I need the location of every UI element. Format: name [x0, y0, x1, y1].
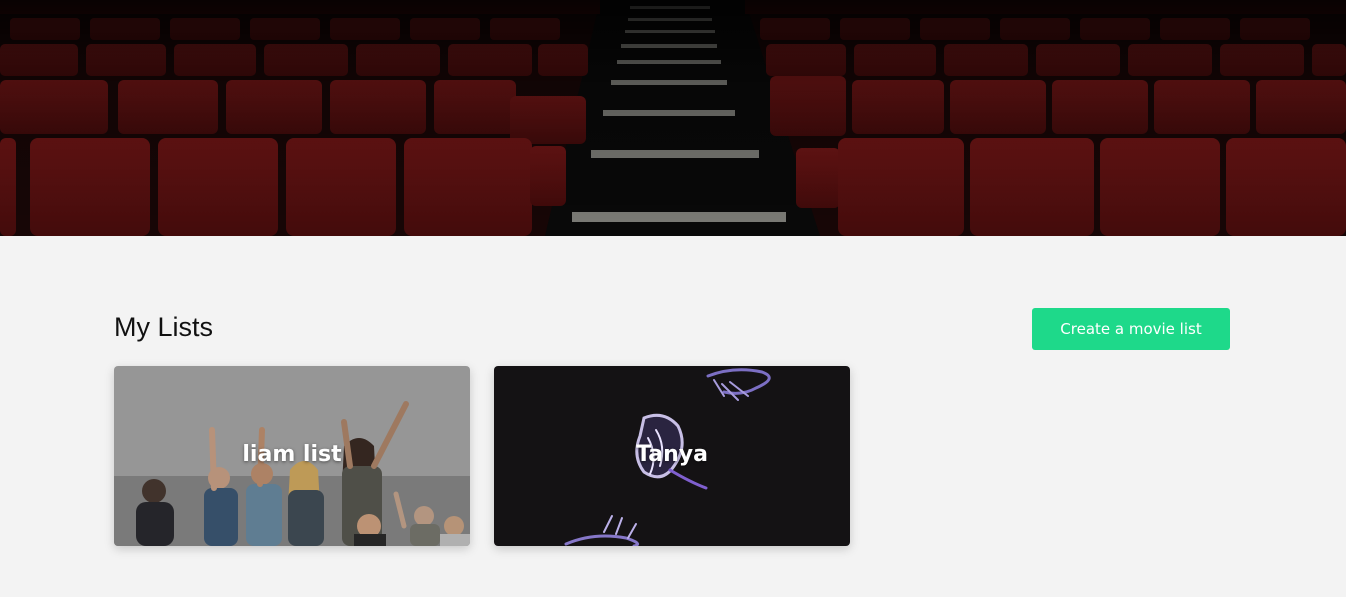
list-card-title: liam list: [242, 442, 342, 467]
section-title: My Lists: [114, 312, 214, 342]
list-card[interactable]: liam list: [114, 366, 470, 546]
create-movie-list-button[interactable]: Create a movie list: [1032, 308, 1230, 350]
hero-banner: [0, 0, 1346, 236]
list-card[interactable]: Tanya: [494, 366, 850, 546]
theater-seats-image: [0, 0, 1346, 236]
list-card-title: Tanya: [636, 442, 708, 467]
